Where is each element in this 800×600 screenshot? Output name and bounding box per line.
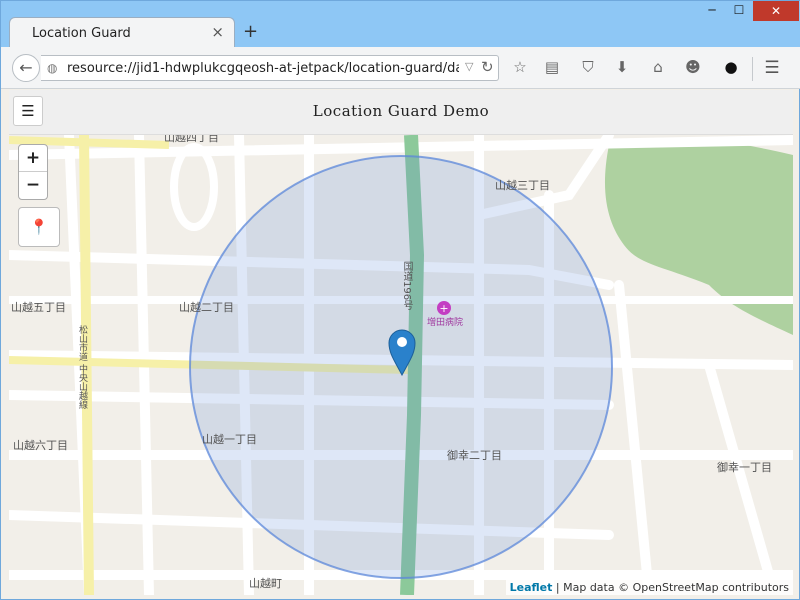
- tab-location-guard[interactable]: Location Guard ×: [9, 17, 235, 47]
- zoom-out-button[interactable]: −: [19, 172, 47, 199]
- page-header: ☰ Location Guard Demo: [9, 90, 793, 135]
- map-tiles: +: [9, 135, 793, 595]
- label-yamakoshi1: 山越一丁目: [202, 433, 257, 446]
- label-yamakoshi5: 山越五丁目: [11, 301, 66, 314]
- chat-icon[interactable]: ☻: [682, 58, 704, 80]
- back-button[interactable]: ←: [12, 54, 40, 82]
- label-hospital: 増田病院: [427, 318, 464, 328]
- window-maximize-button[interactable]: ☐: [727, 3, 751, 25]
- download-icon[interactable]: ⬇: [611, 58, 633, 80]
- url-dropdown-icon[interactable]: ▽: [465, 60, 473, 73]
- label-gokou2: 御幸二丁目: [447, 449, 502, 462]
- label-yamakoshi4: 山越四丁目: [164, 135, 219, 144]
- map-attribution: Leaflet | Map data © OpenStreetMap contr…: [505, 580, 793, 595]
- pocket-icon[interactable]: ⛉: [577, 58, 599, 80]
- bookmark-star-icon[interactable]: ☆: [509, 58, 531, 80]
- url-text: resource://jid1-hdwplukcgqeosh-at-jetpac…: [67, 61, 459, 76]
- label-gokou1: 御幸一丁目: [717, 461, 772, 474]
- title-bar: Location Guard × + ─ ☐ ✕: [1, 1, 800, 47]
- zoom-in-button[interactable]: +: [19, 145, 47, 172]
- window-minimize-button[interactable]: ─: [701, 3, 723, 25]
- label-yamakoshi6: 山越六丁目: [13, 439, 68, 452]
- leaflet-link[interactable]: Leaflet: [510, 581, 553, 594]
- page-title: Location Guard Demo: [312, 102, 490, 120]
- attribution-text: | Map data © OpenStreetMap contributors: [552, 581, 789, 594]
- svg-text:+: +: [439, 302, 448, 315]
- new-tab-button[interactable]: +: [243, 21, 258, 42]
- locate-button[interactable]: 📍: [18, 207, 60, 247]
- reload-icon[interactable]: ↻: [481, 58, 494, 76]
- map-pin-icon: 📍: [29, 218, 49, 236]
- park-area: [604, 138, 793, 335]
- globe-icon: ◍: [47, 61, 58, 75]
- toolbar-separator: [752, 57, 753, 81]
- zoom-control: + −: [18, 144, 48, 200]
- home-icon[interactable]: ⌂: [647, 58, 669, 80]
- navigation-toolbar: ← ◍ resource://jid1-hdwplukcgqeosh-at-je…: [1, 47, 800, 89]
- map-view[interactable]: + 山越四丁目 山越三丁目 山越五丁目 山越二丁目 山越六丁目 山越一丁目 御幸…: [9, 135, 793, 595]
- location-guard-icon[interactable]: ●: [720, 58, 742, 80]
- window-close-button[interactable]: ✕: [753, 1, 799, 21]
- label-yamakoshi2: 山越二丁目: [179, 301, 234, 314]
- label-yamakoshi3: 山越三丁目: [495, 179, 550, 192]
- label-matsuyama-road: 松山市道 中央山越線: [77, 325, 87, 409]
- url-bar[interactable]: ◍ resource://jid1-hdwplukcgqeosh-at-jetp…: [41, 55, 499, 81]
- tab-close-icon[interactable]: ×: [211, 23, 224, 41]
- label-yamakoshicho: 山越町: [249, 577, 282, 590]
- label-route196: 国道196号: [401, 261, 412, 311]
- hamburger-menu-icon[interactable]: ☰: [761, 58, 783, 80]
- browser-window: Location Guard × + ─ ☐ ✕ ← ◍ resource://…: [0, 0, 800, 600]
- reading-list-icon[interactable]: ▤: [541, 58, 563, 80]
- tab-title: Location Guard: [32, 26, 131, 41]
